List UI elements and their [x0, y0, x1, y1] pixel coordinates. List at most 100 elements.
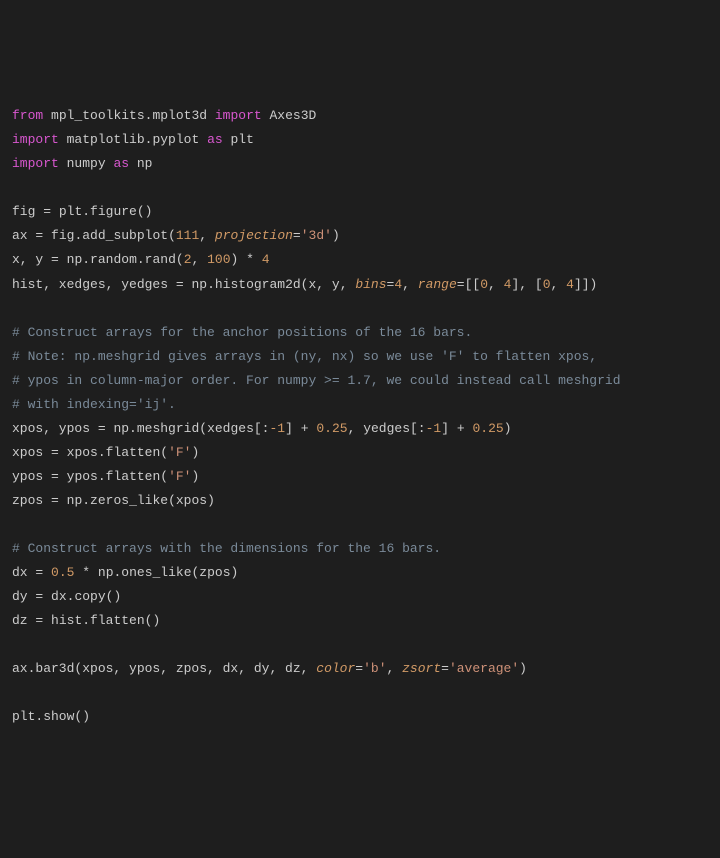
number: 0.25: [472, 421, 503, 436]
variable: xpos: [12, 445, 43, 460]
code-line: x, y = np.random.rand(2, 100) * 4: [12, 252, 270, 267]
number: 4: [566, 277, 574, 292]
comma: ,: [387, 661, 395, 676]
code-line: ax = fig.add_subplot(111, projection='3d…: [12, 228, 340, 243]
code-line: ypos = ypos.flatten('F'): [12, 469, 199, 484]
equals: =: [35, 589, 43, 604]
plus: +: [301, 421, 309, 436]
blank-line: [12, 637, 20, 652]
bracket: ]]): [574, 277, 597, 292]
equals: =: [35, 613, 43, 628]
kwarg-zsort: zsort: [402, 661, 441, 676]
equals: =: [51, 445, 59, 460]
number: 4: [262, 252, 270, 267]
call: fig.add_subplot(: [51, 228, 176, 243]
string: 'F': [168, 445, 191, 460]
code-line: hist, xedges, yedges = np.histogram2d(x,…: [12, 277, 597, 292]
keyword-import: import: [215, 108, 262, 123]
variable: dy: [12, 589, 28, 604]
string: 'average': [449, 661, 519, 676]
comment: # Construct arrays with the dimensions f…: [12, 541, 441, 556]
alias: plt: [230, 132, 253, 147]
equals: =: [293, 228, 301, 243]
number: 0: [543, 277, 551, 292]
code-line: xpos = xpos.flatten('F'): [12, 445, 199, 460]
comment: # ypos in column-major order. For numpy …: [12, 373, 621, 388]
equals: =: [35, 228, 43, 243]
keyword-as: as: [113, 156, 129, 171]
variable: ypos: [12, 469, 43, 484]
module-path: mpl_toolkits.mplot3d: [51, 108, 207, 123]
bracket: ]: [285, 421, 293, 436]
bracket: [[: [465, 277, 481, 292]
keyword-from: from: [12, 108, 43, 123]
close-paren: ): [332, 228, 340, 243]
keyword-import: import: [12, 156, 59, 171]
call: np.histogram2d(x, y,: [191, 277, 347, 292]
star: *: [246, 252, 254, 267]
call: ax.bar3d(xpos, ypos, zpos, dx, dy, dz,: [12, 661, 308, 676]
comma: ,: [199, 228, 207, 243]
comma: ,: [551, 277, 559, 292]
close-paren: ): [504, 421, 512, 436]
blank-line: [12, 301, 20, 316]
code-block: from mpl_toolkits.mplot3d import Axes3D …: [12, 104, 708, 729]
equals: =: [441, 661, 449, 676]
number: 0.25: [316, 421, 347, 436]
number: -1: [269, 421, 285, 436]
close-paren: ): [231, 252, 239, 267]
code-line: import matplotlib.pyplot as plt: [12, 132, 254, 147]
module-path: numpy: [67, 156, 106, 171]
bracket: ], [: [511, 277, 542, 292]
variable: dx: [12, 565, 28, 580]
blank-line: [12, 685, 20, 700]
variable: zpos: [12, 493, 43, 508]
variable: xpos, ypos: [12, 421, 90, 436]
call: yedges[:: [363, 421, 425, 436]
variable: dz: [12, 613, 28, 628]
code-line: import numpy as np: [12, 156, 152, 171]
equals: =: [35, 565, 43, 580]
number: 2: [184, 252, 192, 267]
bracket: ]: [441, 421, 449, 436]
keyword-as: as: [207, 132, 223, 147]
equals: =: [51, 493, 59, 508]
variable: ax: [12, 228, 28, 243]
close-paren: ): [191, 445, 199, 460]
string: 'b': [363, 661, 386, 676]
plus: +: [457, 421, 465, 436]
string: '3d': [301, 228, 332, 243]
alias: np: [137, 156, 153, 171]
comment: # Note: np.meshgrid gives arrays in (ny,…: [12, 349, 597, 364]
call: np.random.rand(: [67, 252, 184, 267]
number: 4: [394, 277, 402, 292]
number: 111: [176, 228, 199, 243]
number: 0: [480, 277, 488, 292]
kwarg-bins: bins: [355, 277, 386, 292]
equals: =: [98, 421, 106, 436]
call: np.zeros_like(xpos): [67, 493, 215, 508]
call: np.ones_like(zpos): [98, 565, 238, 580]
call: xpos.flatten(: [67, 445, 168, 460]
equals: =: [176, 277, 184, 292]
comment: # Construct arrays for the anchor positi…: [12, 325, 472, 340]
code-line: dz = hist.flatten(): [12, 613, 160, 628]
comma: ,: [402, 277, 410, 292]
variable: hist, xedges, yedges: [12, 277, 168, 292]
code-line: xpos, ypos = np.meshgrid(xedges[:-1] + 0…: [12, 421, 512, 436]
comma: ,: [348, 421, 356, 436]
kwarg-color: color: [316, 661, 355, 676]
code-line: dy = dx.copy(): [12, 589, 121, 604]
call: dx.copy(): [51, 589, 121, 604]
code-line: plt.show(): [12, 709, 90, 724]
code-line: zpos = np.zeros_like(xpos): [12, 493, 215, 508]
number: 100: [207, 252, 230, 267]
equals: =: [43, 204, 51, 219]
call: plt.show(): [12, 709, 90, 724]
call: plt.figure(): [59, 204, 153, 219]
imported-name: Axes3D: [270, 108, 317, 123]
variable: x, y: [12, 252, 43, 267]
blank-line: [12, 180, 20, 195]
string: 'F': [168, 469, 191, 484]
code-line: from mpl_toolkits.mplot3d import Axes3D: [12, 108, 316, 123]
